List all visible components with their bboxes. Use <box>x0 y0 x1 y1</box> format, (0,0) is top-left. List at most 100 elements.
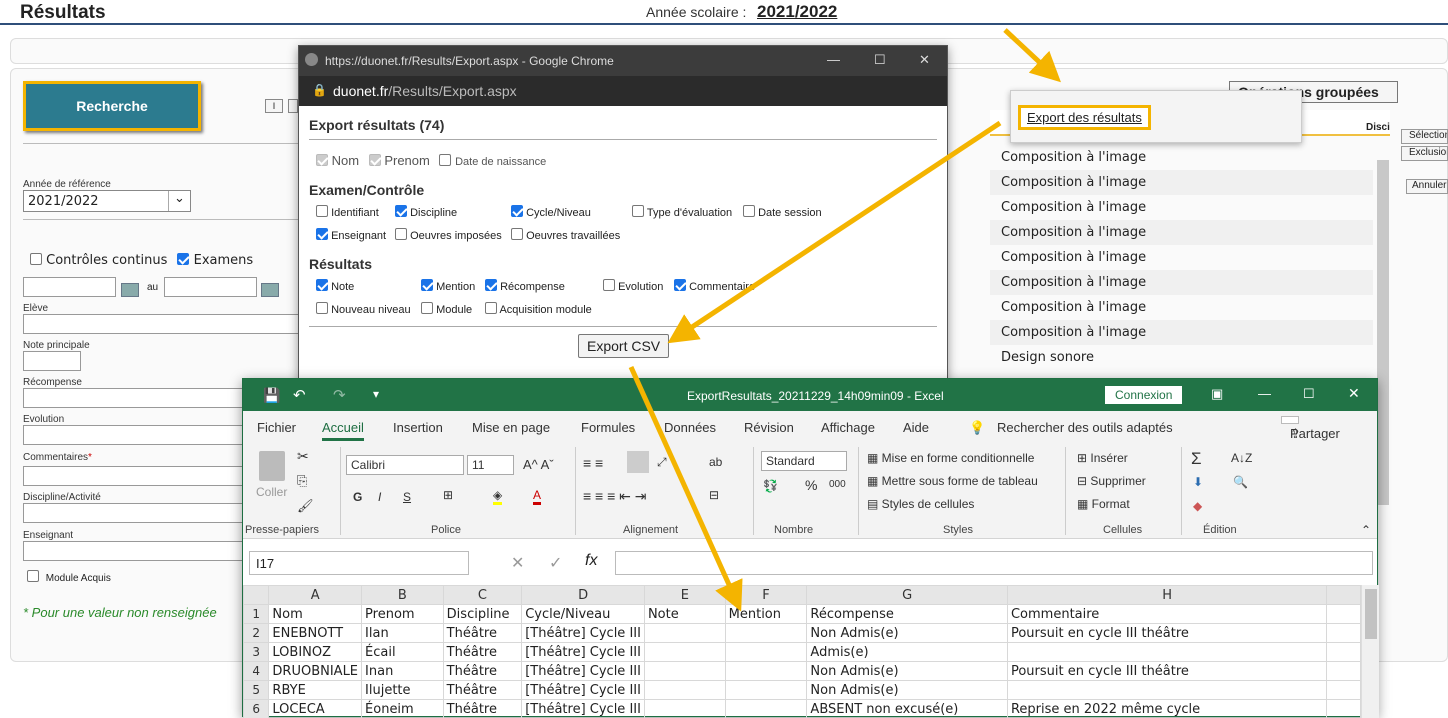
cell[interactable]: Reprise en 2022 même cycle <box>1007 700 1326 718</box>
row-number[interactable]: 1 <box>244 605 269 624</box>
cell[interactable]: Poursuit en cycle III théâtre <box>1007 624 1326 643</box>
eleve-input[interactable] <box>23 314 303 334</box>
font-select[interactable]: Calibri <box>346 455 464 475</box>
mention-checkbox[interactable] <box>421 279 433 291</box>
column-header[interactable]: B <box>362 586 444 605</box>
search-button[interactable]: Recherche <box>23 81 201 131</box>
cell[interactable] <box>1007 681 1326 700</box>
underline-icon[interactable]: S <box>403 490 411 504</box>
results-row[interactable]: Composition à l'image <box>990 170 1373 195</box>
sheet-scrollbar[interactable] <box>1361 585 1379 718</box>
fill-icon[interactable]: ⬇ <box>1193 475 1203 489</box>
row-number[interactable]: 5 <box>244 681 269 700</box>
results-row[interactable]: Composition à l'image <box>990 195 1373 220</box>
conditional-format[interactable]: ▦ Mise en forme conditionnelle <box>867 451 1034 465</box>
cell[interactable] <box>1007 643 1326 662</box>
percent-icon[interactable]: % <box>805 477 817 493</box>
maximize-icon[interactable]: ☐ <box>874 52 886 68</box>
thousands-icon[interactable]: 000 <box>829 479 846 490</box>
column-header[interactable]: F <box>725 586 807 605</box>
column-header[interactable] <box>1327 586 1361 605</box>
cell[interactable]: [Théâtre] Cycle III <box>522 624 645 643</box>
table-format[interactable]: ▦ Mettre sous forme de tableau <box>867 474 1038 488</box>
results-row[interactable]: Composition à l'image <box>990 295 1373 320</box>
cell[interactable]: ENEBNOTT <box>269 624 362 643</box>
cell[interactable]: Discipline <box>443 605 522 624</box>
results-row[interactable]: Composition à l'image <box>990 220 1373 245</box>
cell[interactable]: Éoneim <box>362 700 444 718</box>
cell[interactable]: ABSENT non excusé(e) <box>807 700 1008 718</box>
wrap-text-icon[interactable]: ab <box>709 455 722 469</box>
cell[interactable]: Théâtre <box>443 700 522 718</box>
export-csv-button[interactable]: Export CSV <box>578 334 669 358</box>
selection-button[interactable]: Sélection <box>1401 129 1448 144</box>
cell[interactable]: Ilan <box>362 624 444 643</box>
close-icon[interactable]: ✕ <box>919 52 930 68</box>
tab-accueil[interactable]: Accueil <box>322 420 364 441</box>
commentaire-checkbox[interactable] <box>674 279 686 291</box>
copy-icon[interactable]: ⎘ <box>297 473 307 489</box>
cell[interactable] <box>1327 662 1361 681</box>
tab-formules[interactable]: Formules <box>581 420 635 435</box>
results-scrollbar[interactable] <box>1377 160 1389 505</box>
ribbon-display-icon[interactable]: ▣ <box>1211 386 1223 402</box>
cell[interactable]: Mention <box>725 605 807 624</box>
cell[interactable]: [Théâtre] Cycle III <box>522 700 645 718</box>
redo-icon[interactable]: ↷ <box>333 386 346 404</box>
discipline-checkbox[interactable] <box>395 205 407 217</box>
autosum-icon[interactable]: Σ <box>1191 449 1202 469</box>
results-row[interactable]: Composition à l'image <box>990 320 1373 345</box>
cell[interactable]: Non Admis(e) <box>807 624 1008 643</box>
bold-icon[interactable]: G <box>353 490 362 504</box>
cell[interactable] <box>644 624 725 643</box>
find-icon[interactable]: 🔍 <box>1233 475 1248 489</box>
align-left-icon[interactable]: ≡ ≡ ≡ ⇤ ⇥ <box>583 488 647 505</box>
column-header[interactable]: G <box>807 586 1008 605</box>
tab-aide[interactable]: Aide <box>903 420 929 435</box>
exclusion-button[interactable]: Exclusion <box>1401 146 1448 161</box>
examens-checkbox[interactable] <box>177 253 189 265</box>
cancel-icon[interactable]: ✕ <box>511 553 524 573</box>
spreadsheet-grid[interactable]: ABCDEFGH1NomPrenomDisciplineCycle/Niveau… <box>243 585 1361 718</box>
cell[interactable]: [Théâtre] Cycle III <box>522 643 645 662</box>
cell[interactable] <box>644 700 725 718</box>
paste-icon[interactable] <box>259 451 285 481</box>
cell[interactable] <box>725 643 807 662</box>
results-row[interactable]: Composition à l'image <box>990 270 1373 295</box>
toggle-button-2[interactable] <box>288 99 298 113</box>
cell[interactable] <box>644 681 725 700</box>
cell[interactable] <box>1327 643 1361 662</box>
results-row[interactable]: Composition à l'image <box>990 245 1373 270</box>
cell[interactable]: Ilujette <box>362 681 444 700</box>
collapse-ribbon-icon[interactable]: ⌃ <box>1361 523 1371 537</box>
tab-fichier[interactable]: Fichier <box>257 420 296 435</box>
align-bottom-icon[interactable] <box>627 451 649 473</box>
number-format-select[interactable]: Standard <box>761 451 847 471</box>
row-number[interactable]: 3 <box>244 643 269 662</box>
cell[interactable] <box>1327 681 1361 700</box>
date-from-input[interactable] <box>23 277 116 297</box>
cell[interactable]: LOBINOZ <box>269 643 362 662</box>
ref-year-select[interactable]: 2021/2022⌄ <box>23 190 191 212</box>
italic-icon[interactable]: I <box>378 490 381 504</box>
cell[interactable]: Théâtre <box>443 643 522 662</box>
delete-cells[interactable]: ⊟ Supprimer <box>1077 474 1146 488</box>
grow-font-icon[interactable]: A^ Aˇ <box>523 457 554 472</box>
cell[interactable]: DRUOBNIALE <box>269 662 362 681</box>
cell[interactable] <box>725 681 807 700</box>
naissance-checkbox[interactable] <box>439 154 451 166</box>
cell[interactable] <box>644 662 725 681</box>
toggle-button[interactable]: I <box>265 99 283 113</box>
cell[interactable]: Récompense <box>807 605 1008 624</box>
row-number[interactable]: 2 <box>244 624 269 643</box>
column-header[interactable]: D <box>522 586 645 605</box>
identifiant-checkbox[interactable] <box>316 205 328 217</box>
cell[interactable]: Prenom <box>362 605 444 624</box>
column-header[interactable]: C <box>443 586 522 605</box>
column-header[interactable]: E <box>644 586 725 605</box>
tab-données[interactable]: Données <box>664 420 716 435</box>
cell[interactable]: Poursuit en cycle III théâtre <box>1007 662 1326 681</box>
insert-cells[interactable]: ⊞ Insérer <box>1077 451 1128 465</box>
cell[interactable]: Nom <box>269 605 362 624</box>
fill-color-icon[interactable]: ◈ <box>493 488 502 505</box>
